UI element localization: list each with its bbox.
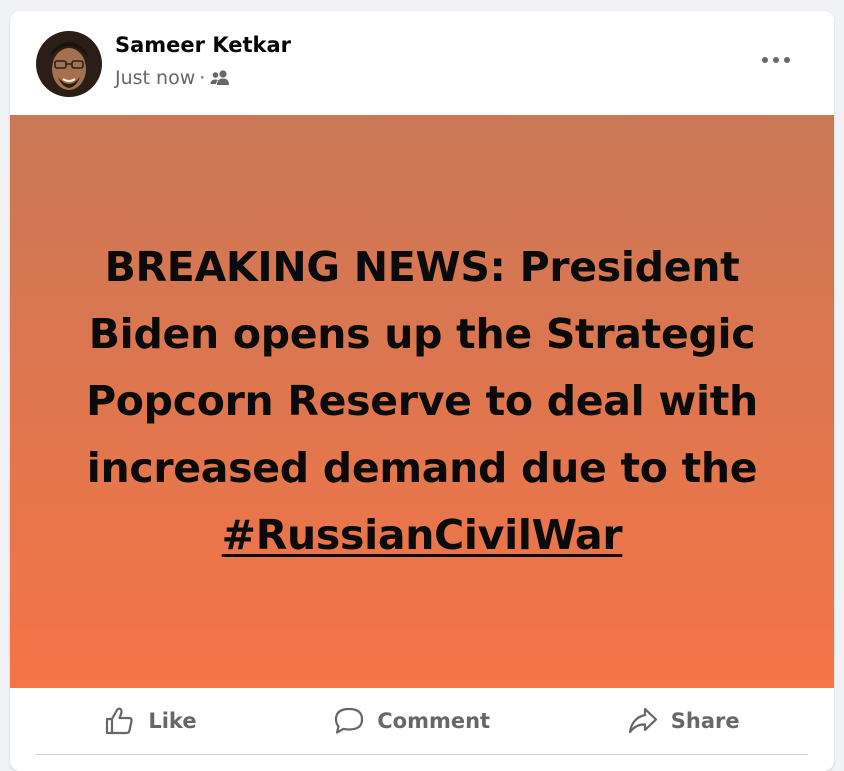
share-icon xyxy=(628,707,657,734)
post-content-background: BREAKING NEWS: President Biden opens up … xyxy=(10,115,834,688)
hashtag-link[interactable]: #RussianCivilWar xyxy=(222,511,623,559)
post-header: Sameer Ketkar Just now · xyxy=(10,11,834,115)
avatar-image xyxy=(36,31,102,97)
more-options-button[interactable] xyxy=(753,43,799,77)
post-actions-bar: Like Comment Share xyxy=(36,688,808,755)
share-button[interactable]: Share xyxy=(607,698,760,744)
comment-icon xyxy=(335,707,364,734)
post-card: Sameer Ketkar Just now · BREAKING NEWS: … xyxy=(10,11,834,771)
author-avatar[interactable] xyxy=(36,31,102,97)
more-options-icon xyxy=(762,57,790,63)
share-label: Share xyxy=(670,709,740,733)
friends-icon[interactable] xyxy=(209,69,231,87)
thumbs-up-icon xyxy=(106,707,134,735)
like-button[interactable]: Like xyxy=(84,698,216,744)
author-name[interactable]: Sameer Ketkar xyxy=(115,33,291,57)
comment-button[interactable]: Comment xyxy=(313,698,510,744)
post-timestamp[interactable]: Just now xyxy=(115,67,195,89)
comment-label: Comment xyxy=(377,709,491,733)
meta-separator: · xyxy=(199,67,206,89)
post-text: BREAKING NEWS: President Biden opens up … xyxy=(62,234,782,569)
post-text-main: BREAKING NEWS: President Biden opens up … xyxy=(86,243,758,492)
post-meta: Just now · xyxy=(115,67,231,89)
like-label: Like xyxy=(148,709,197,733)
